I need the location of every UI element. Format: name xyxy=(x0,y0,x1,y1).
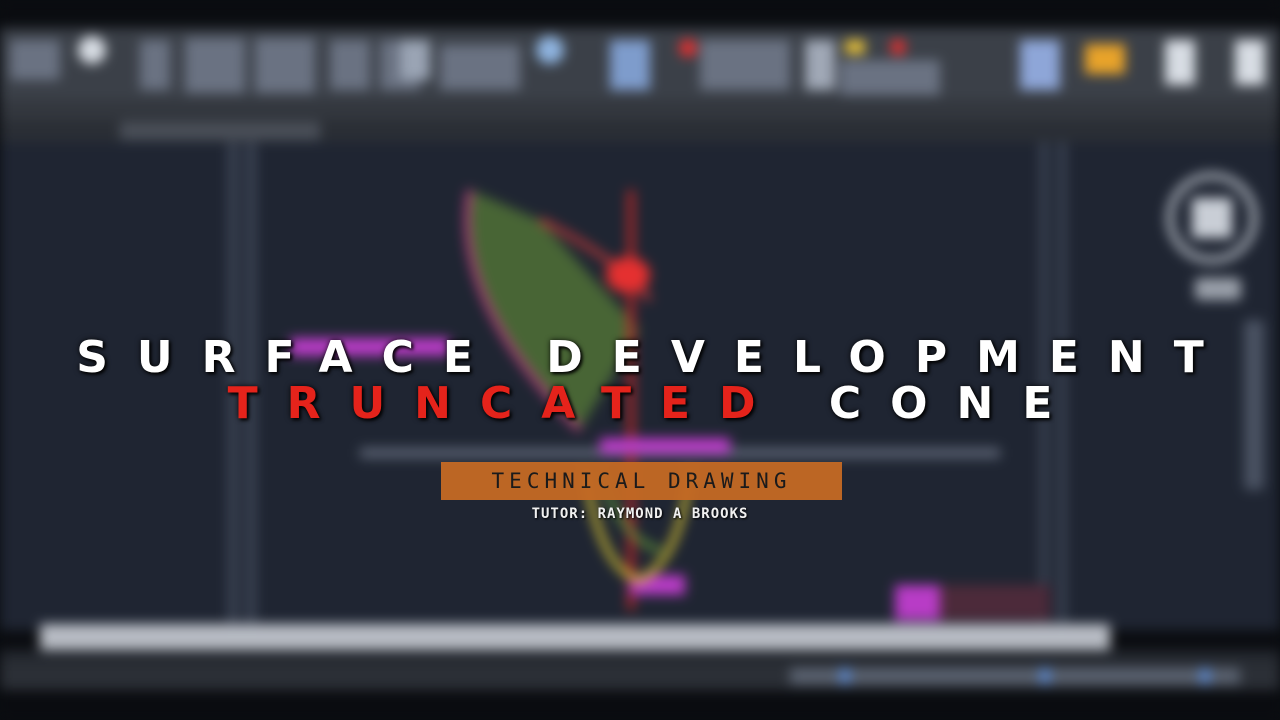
technical-drawing-tag: TECHNICAL DRAWING xyxy=(441,462,842,500)
tag-label: TECHNICAL DRAWING xyxy=(491,469,792,493)
video-frame: SURFACE DEVELOPMENT TRUNCATED CONE TECHN… xyxy=(0,0,1280,720)
title-line-1: SURFACE DEVELOPMENT xyxy=(76,332,1233,383)
title-line-2: TRUNCATED CONE xyxy=(0,378,1280,429)
title-truncated: TRUNCATED xyxy=(227,378,785,429)
title-cone: CONE xyxy=(828,378,1082,429)
tutor-credit: TUTOR: RAYMOND A BROOKS xyxy=(531,506,749,522)
